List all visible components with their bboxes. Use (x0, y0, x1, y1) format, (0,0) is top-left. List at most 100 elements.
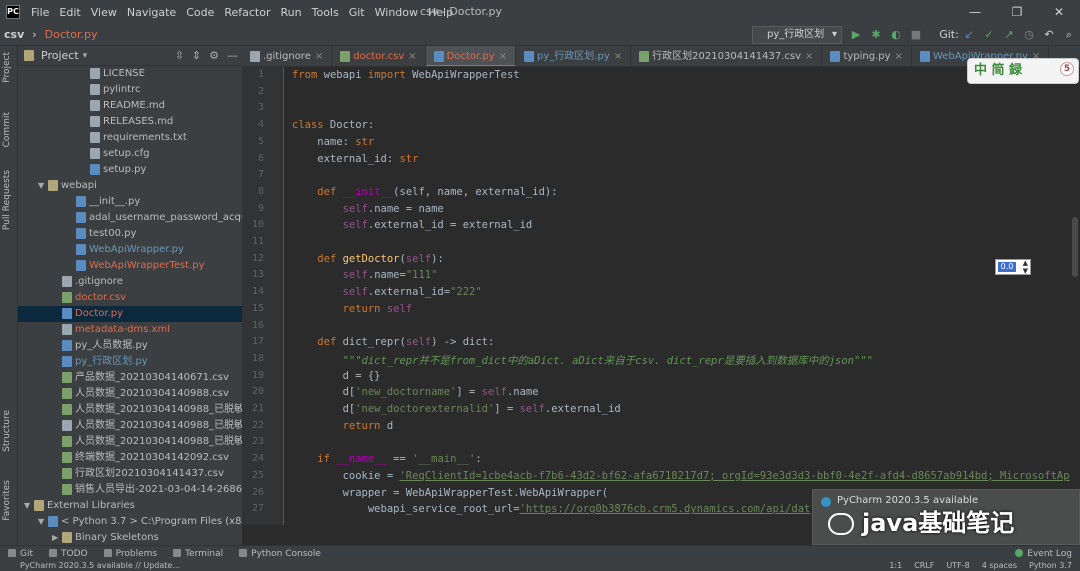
expand-all-icon[interactable]: ⇳ (175, 49, 184, 62)
chevron-down-icon[interactable]: ▼ (1023, 268, 1028, 275)
code-line[interactable]: class Doctor: (292, 119, 374, 131)
code-line[interactable]: def __init__(self, name, external_id): (292, 186, 557, 198)
stop-icon[interactable]: ■ (909, 28, 923, 42)
minimize-button[interactable]: — (954, 0, 996, 24)
code-line[interactable]: d['new_doctorname'] = self.name (292, 386, 539, 398)
close-tab-icon[interactable]: × (614, 51, 622, 62)
chevron-down-icon[interactable]: ▼ (38, 178, 48, 194)
tree-item[interactable]: 人员数据_20210304140988_已脱敏_导入 (18, 434, 242, 450)
tree-item[interactable]: 产品数据_20210304140671.csv (18, 370, 242, 386)
editor-tab[interactable]: 行政区划20210304141437.csv × (631, 46, 823, 66)
tree-item[interactable]: 人员数据_20210304140988_已脱敏.csv (18, 402, 242, 418)
tree-item[interactable]: 销售人员导出-2021-03-04-14-26866974 (18, 482, 242, 498)
gear-icon[interactable]: ⚙ (209, 49, 219, 62)
tree-item[interactable]: README.md (18, 98, 242, 114)
breadcrumb-file[interactable]: Doctor.py (41, 28, 102, 41)
caret-position[interactable]: 1:1 (889, 561, 902, 571)
menu-item[interactable]: Run (276, 6, 307, 19)
close-button[interactable]: ✕ (1038, 0, 1080, 24)
tree-item[interactable]: ▼ External Libraries (18, 498, 242, 514)
tree-item[interactable]: ▼ webapi (18, 178, 242, 194)
pull-requests-tool-tab[interactable]: Pull Requests (2, 170, 12, 230)
menu-item[interactable]: Navigate (122, 6, 181, 19)
chevron-down-icon[interactable]: ▾ (83, 51, 88, 61)
tool-todo[interactable]: TODO (41, 549, 96, 559)
scroll-thumb[interactable] (1072, 217, 1078, 277)
status-message[interactable]: PyCharm 2020.3.5 available // Update... (20, 561, 180, 571)
tree-item[interactable]: LICENSE (18, 66, 242, 82)
debug-icon[interactable]: ✱ (869, 28, 883, 42)
chevron-down-icon[interactable]: ▼ (38, 514, 48, 530)
tree-item[interactable]: ▼ < Python 3.7 > C:\Program Files (x86) (18, 514, 242, 530)
coverage-icon[interactable]: ◐ (889, 28, 903, 42)
tool-terminal[interactable]: Terminal (165, 549, 231, 559)
tree-item[interactable]: doctor.csv (18, 290, 242, 306)
tree-item[interactable]: 人员数据_20210304140988_已脱敏.xlsx (18, 418, 242, 434)
tree-item[interactable]: adal_username_password_acquire_ (18, 210, 242, 226)
run-configuration-select[interactable]: py_行政区划 ▾ (752, 26, 842, 44)
python-interpreter[interactable]: Python 3.7 (1029, 561, 1072, 571)
indent-setting[interactable]: 4 spaces (982, 561, 1017, 571)
code-line[interactable]: external_id: str (292, 153, 418, 165)
code-line[interactable]: name: str (292, 136, 374, 148)
code-line[interactable]: d['new_doctorexternalid'] = self.externa… (292, 403, 621, 415)
editor-tab[interactable]: .gitignore × (242, 46, 333, 66)
search-icon[interactable]: ⌕ (1062, 28, 1076, 42)
value-spinner[interactable]: 0.0 ▲ ▼ (995, 259, 1031, 275)
git-push-icon[interactable]: ↗ (1002, 28, 1016, 42)
menu-item[interactable]: Edit (54, 6, 85, 19)
tree-item[interactable]: test00.py (18, 226, 242, 242)
close-tab-icon[interactable]: × (315, 51, 323, 62)
tool-problems[interactable]: Problems (96, 549, 165, 559)
code-editor[interactable]: from webapi import WebApiWrapperTest clas… (284, 67, 1080, 525)
tool-python-console[interactable]: Python Console (231, 549, 329, 559)
tree-item[interactable]: requirements.txt (18, 130, 242, 146)
menu-item[interactable]: Git (344, 6, 370, 19)
chevron-up-icon[interactable]: ▲ (1023, 260, 1028, 267)
menu-item[interactable]: Code (181, 6, 219, 19)
code-line[interactable]: webapi_service_root_url='https://org0b38… (292, 503, 811, 515)
tree-item[interactable]: WebApiWrapper.py (18, 242, 242, 258)
run-icon[interactable]: ▶ (849, 28, 863, 42)
file-encoding[interactable]: UTF-8 (946, 561, 969, 571)
tree-item[interactable]: 终端数据_20210304142092.csv (18, 450, 242, 466)
tree-item[interactable]: RELEASES.md (18, 114, 242, 130)
line-separator[interactable]: CRLF (914, 561, 934, 571)
project-tool-tab[interactable]: Project (2, 52, 12, 83)
code-line[interactable]: """dict_repr并不是from_dict中的aDict. aDict来自… (292, 353, 873, 368)
code-line[interactable]: self.name="111" (292, 269, 438, 281)
code-line[interactable]: cookie = 'ReqClientId=1cbe4acb-f7b6-43d2… (292, 470, 1076, 482)
collapse-all-icon[interactable]: ⇕ (192, 49, 201, 62)
tool-git[interactable]: Git (0, 549, 41, 559)
breadcrumb-project[interactable]: csv (0, 28, 28, 41)
menu-item[interactable]: File (26, 6, 54, 19)
tool-event-log[interactable]: Event Log (1007, 549, 1080, 559)
chevron-right-icon[interactable]: ▶ (52, 530, 62, 545)
structure-tool-tab[interactable]: Structure (2, 410, 12, 452)
menu-item[interactable]: Refactor (219, 6, 275, 19)
code-line[interactable]: d = {} (292, 370, 381, 382)
code-line[interactable]: def getDoctor(self): (292, 253, 443, 265)
tree-item[interactable]: py_人员数据.py (18, 338, 242, 354)
tree-item[interactable]: 人员数据_20210304140988.csv (18, 386, 242, 402)
close-tab-icon[interactable]: × (805, 51, 813, 62)
git-update-icon[interactable]: ↙ (962, 28, 976, 42)
favorites-tool-tab[interactable]: Favorites (2, 480, 12, 521)
hide-icon[interactable]: — (227, 49, 238, 62)
code-line[interactable]: return d (292, 420, 394, 432)
menu-item[interactable]: Window (370, 6, 423, 19)
tree-item[interactable]: 行政区划20210304141437.csv (18, 466, 242, 482)
close-tab-icon[interactable]: × (408, 51, 416, 62)
editor-tab[interactable]: typing.py × (822, 46, 912, 66)
rollback-icon[interactable]: ↶ (1042, 28, 1056, 42)
editor-tab[interactable]: doctor.csv × (332, 46, 426, 66)
tree-item[interactable]: .gitignore (18, 274, 242, 290)
tree-item[interactable]: ▶ Binary Skeletons (18, 530, 242, 545)
code-line[interactable]: from webapi import WebApiWrapperTest (292, 69, 520, 81)
editor-scrollbar[interactable] (1070, 67, 1080, 525)
tree-item[interactable]: WebApiWrapperTest.py (18, 258, 242, 274)
menu-item[interactable]: View (86, 6, 122, 19)
code-line[interactable]: self.external_id="222" (292, 286, 482, 298)
code-line[interactable]: self.external_id = external_id (292, 219, 533, 231)
project-panel-title[interactable]: Project (41, 49, 79, 62)
